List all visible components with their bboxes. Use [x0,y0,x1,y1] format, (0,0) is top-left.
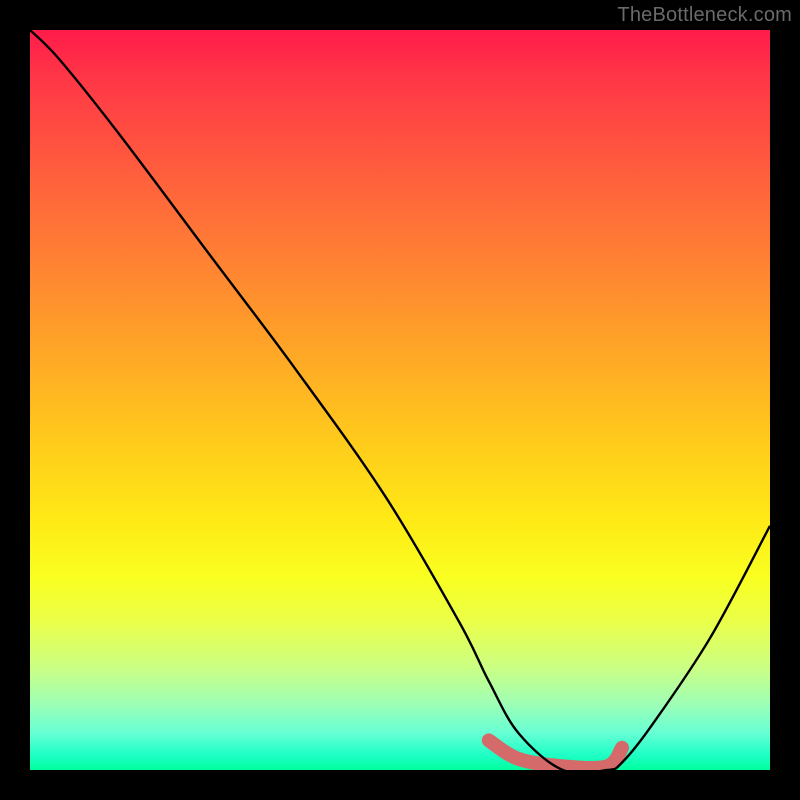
watermark-text: TheBottleneck.com [617,4,792,27]
plot-area [30,30,770,770]
ideal-band-path [489,740,622,768]
chart-frame: TheBottleneck.com [0,0,800,800]
bottleneck-curve-path [30,30,770,770]
curve-svg [30,30,770,770]
